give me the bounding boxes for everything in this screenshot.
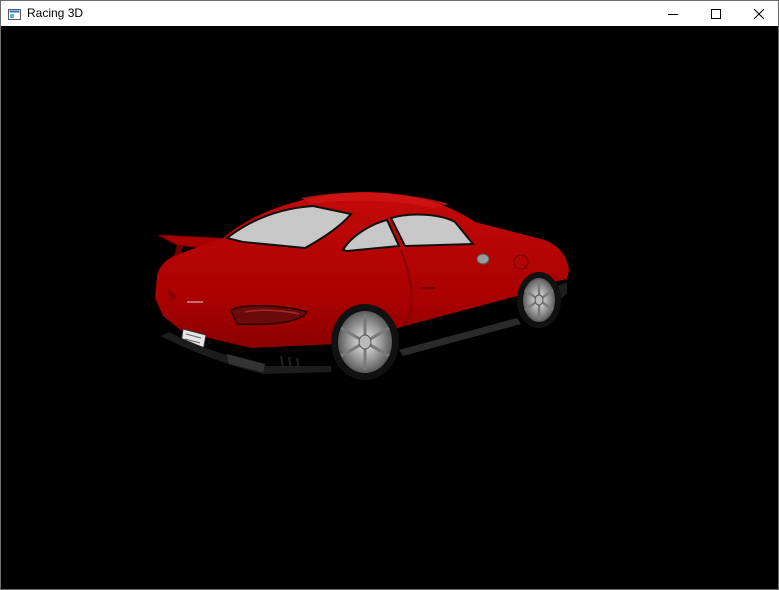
maximize-button[interactable] xyxy=(693,1,738,26)
close-icon xyxy=(753,8,764,19)
side-mirror xyxy=(476,253,490,265)
rear-wheel xyxy=(331,304,399,380)
minimize-icon xyxy=(667,9,678,19)
side-skirt xyxy=(399,318,521,356)
3d-scene xyxy=(155,192,569,380)
window-title: Racing 3D xyxy=(27,6,84,20)
maximize-icon xyxy=(710,8,721,19)
window-app-icon xyxy=(8,7,21,20)
title-bar[interactable]: Racing 3D xyxy=(1,1,778,26)
game-viewport[interactable] xyxy=(1,26,778,589)
minimize-button[interactable] xyxy=(650,1,695,26)
front-wheel xyxy=(517,272,561,328)
close-button[interactable] xyxy=(736,1,779,26)
game-window: Racing 3D xyxy=(0,0,779,590)
race-car xyxy=(155,192,569,380)
